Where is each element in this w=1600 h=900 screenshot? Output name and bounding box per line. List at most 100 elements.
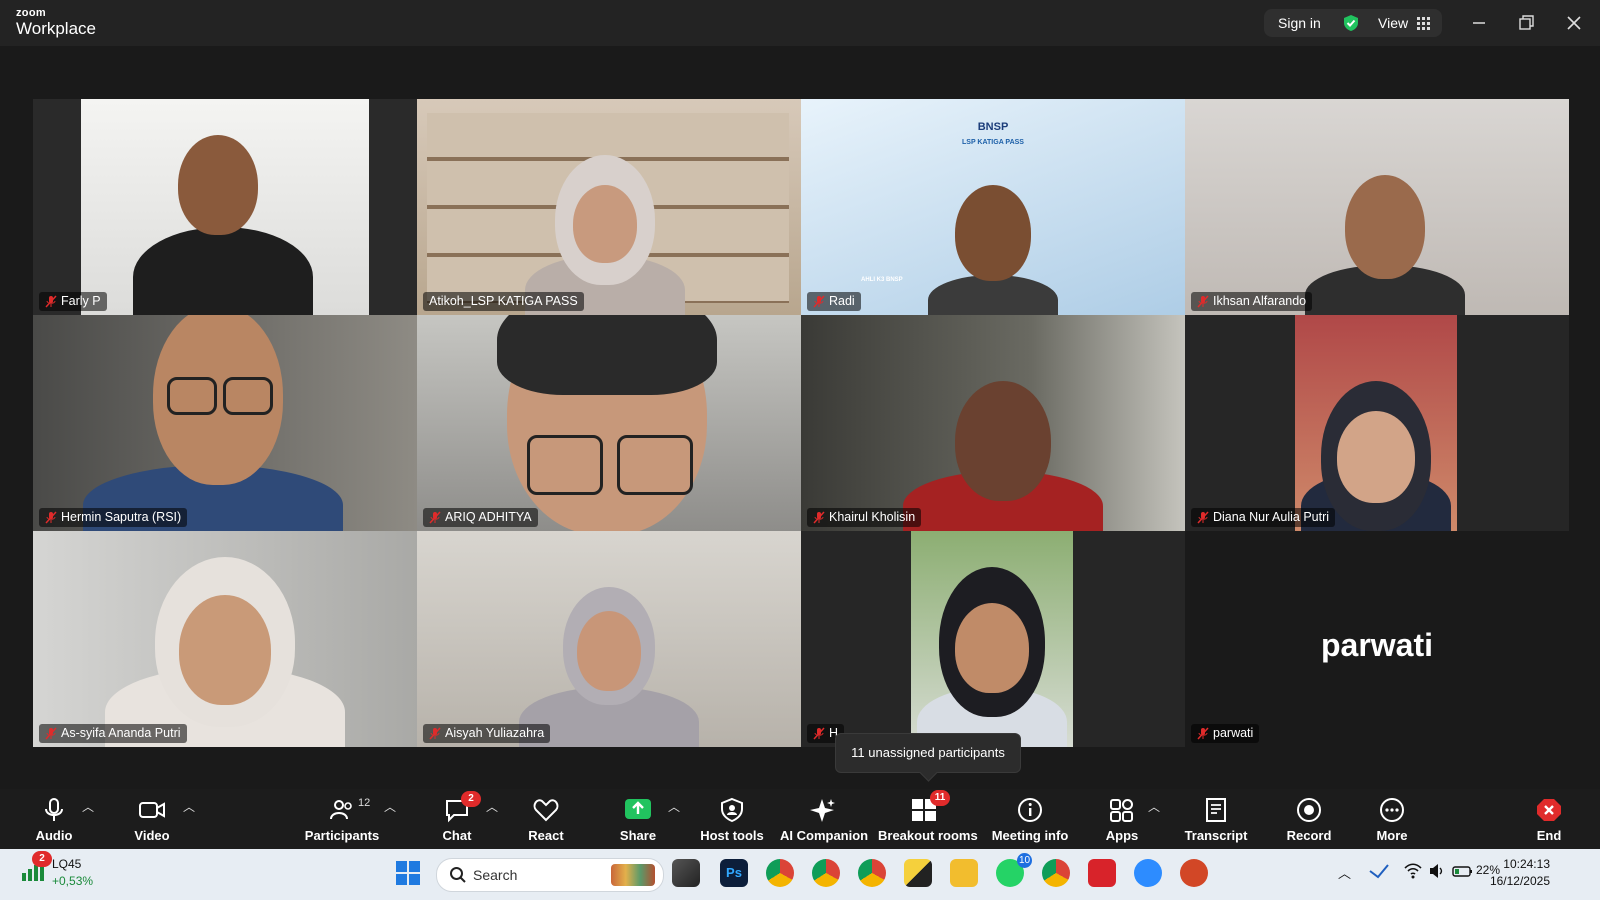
video-tile[interactable]: BNSP LSP KATIGA PASS AHLI K3 BNSP Radi (801, 99, 1185, 315)
end-meeting-icon (1535, 797, 1563, 823)
bnsp-logo: BNSP (977, 121, 1009, 133)
chrome-icon[interactable] (766, 859, 794, 887)
view-button[interactable]: View (1378, 15, 1408, 31)
video-tile[interactable]: Hermin Saputra (RSI) (33, 315, 417, 531)
participant-name: Hermin Saputra (RSI) (61, 510, 182, 524)
chat-unread-badge: 2 (461, 791, 481, 807)
search-icon (449, 866, 467, 889)
video-tile[interactable]: As-syifa Ananda Putri (33, 531, 417, 747)
encryption-shield-icon[interactable] (1342, 14, 1360, 37)
task-view-icon[interactable] (672, 859, 700, 887)
powerpoint-icon[interactable] (1180, 859, 1208, 887)
file-explorer-icon[interactable] (950, 859, 978, 887)
volume-icon[interactable] (1428, 863, 1446, 882)
sign-in-button[interactable]: Sign in (1278, 15, 1321, 31)
apps-label: Apps (1105, 828, 1139, 843)
participants-options-caret-icon[interactable]: ︿ (384, 798, 396, 815)
video-tile[interactable]: Diana Nur Aulia Putri (1185, 315, 1569, 531)
react-button[interactable]: React (522, 789, 570, 849)
video-tile[interactable]: Ikhsan Alfarando (1185, 99, 1569, 315)
muted-mic-icon (813, 295, 825, 314)
participant-name: Farly P (61, 294, 101, 308)
microphone-icon (40, 797, 68, 823)
grid-view-icon[interactable] (1417, 17, 1430, 35)
participant-name-label: Khairul Kholisin (807, 508, 922, 527)
participants-button[interactable]: 12 Participants (302, 789, 382, 849)
muted-mic-icon (45, 727, 57, 746)
meeting-toolbar: Audio ︿ Video ︿ 12 Participants ︿ 2 Chat… (0, 789, 1600, 849)
zoom-taskbar-icon[interactable] (1134, 859, 1162, 887)
participant-name: Aisyah Yuliazahra (445, 726, 545, 740)
minimize-icon[interactable] (1468, 12, 1490, 34)
sticky-notes-icon[interactable] (904, 859, 932, 887)
video-tile[interactable]: ARIQ ADHITYA (417, 315, 801, 531)
host-tools-button[interactable]: Host tools (700, 789, 764, 849)
restore-icon[interactable] (1515, 12, 1537, 34)
share-label: Share (619, 828, 657, 843)
audio-label: Audio (35, 828, 73, 843)
wifi-icon[interactable] (1404, 863, 1422, 882)
participant-figure (917, 547, 1067, 747)
video-tile-camera-off[interactable]: parwati parwati (1185, 531, 1569, 747)
participant-figure (903, 351, 1103, 531)
audio-options-caret-icon[interactable]: ︿ (82, 798, 94, 815)
share-options-caret-icon[interactable]: ︿ (668, 798, 680, 815)
stock-widget-badge: 2 (32, 851, 52, 867)
chat-button[interactable]: 2 Chat (433, 789, 481, 849)
chrome-profile-2-icon[interactable] (812, 859, 840, 887)
more-label: More (1376, 828, 1408, 843)
close-icon[interactable] (1563, 12, 1585, 34)
apps-options-caret-icon[interactable]: ︿ (1148, 798, 1160, 815)
video-tile[interactable]: Khairul Kholisin (801, 315, 1185, 531)
share-screen-icon (624, 797, 652, 823)
host-tools-label: Host tools (700, 828, 764, 843)
breakout-rooms-tooltip: 11 unassigned participants (835, 733, 1021, 773)
participant-name-label: Hermin Saputra (RSI) (39, 508, 188, 527)
participant-figure (1301, 361, 1451, 531)
breakout-rooms-button[interactable]: 11 Breakout rooms (878, 789, 978, 849)
more-button[interactable]: More (1368, 789, 1416, 849)
video-options-caret-icon[interactable]: ︿ (183, 798, 195, 815)
chrome-profile-3-icon[interactable] (858, 859, 886, 887)
stock-widget[interactable]: 2 LQ45 +0,53% (22, 851, 93, 888)
heart-icon (532, 797, 560, 823)
virtual-background-subtitle: LSP KATIGA PASS (962, 139, 1024, 146)
system-clock[interactable]: 10:24:13 16/12/2025 (1490, 856, 1550, 890)
meeting-info-button[interactable]: Meeting info (990, 789, 1070, 849)
stock-name: LQ45 (52, 857, 82, 871)
chrome-profile-4-icon[interactable] (1042, 859, 1070, 887)
taskbar-search-box[interactable]: Search (436, 858, 664, 892)
share-button[interactable]: Share (612, 789, 664, 849)
chat-options-caret-icon[interactable]: ︿ (486, 798, 498, 815)
info-icon (1016, 797, 1044, 823)
show-hidden-icons-chevron-icon[interactable]: ︿ (1338, 863, 1351, 882)
host-shield-icon (718, 797, 746, 823)
video-tile[interactable]: Farly P (33, 99, 417, 315)
video-tile[interactable]: H (801, 531, 1185, 747)
video-tile-active-speaker[interactable]: Atikoh_LSP KATIGA PASS (417, 99, 801, 315)
video-tile[interactable]: Aisyah Yuliazahra (417, 531, 801, 747)
ai-companion-button[interactable]: AI Companion (780, 789, 868, 849)
whatsapp-badge: 10 (1017, 853, 1032, 868)
apps-button[interactable]: Apps (1098, 789, 1146, 849)
participant-name: Ikhsan Alfarando (1213, 294, 1307, 308)
record-button[interactable]: Record (1284, 789, 1334, 849)
end-meeting-button[interactable]: End (1530, 789, 1568, 849)
apps-icon (1108, 797, 1136, 823)
whatsapp-icon[interactable]: 10 (996, 853, 1032, 887)
network-activity-icon[interactable] (1368, 863, 1390, 882)
transcript-button[interactable]: Transcript (1184, 789, 1248, 849)
participant-name-label: parwati (1191, 724, 1260, 743)
video-gallery: Farly P Atikoh_LSP KATIGA PASS BNSP LSP … (33, 99, 1569, 747)
windows-start-icon[interactable] (394, 859, 422, 887)
participant-name: parwati (1213, 726, 1254, 740)
battery-icon[interactable] (1452, 863, 1474, 882)
audio-button[interactable]: Audio (28, 789, 80, 849)
participant-name: ARIQ ADHITYA (445, 510, 532, 524)
photoshop-icon[interactable]: Ps (720, 859, 748, 887)
muted-mic-icon (45, 295, 57, 314)
acrobat-icon[interactable] (1088, 859, 1116, 887)
participant-figure (525, 145, 685, 315)
participant-figure (467, 315, 747, 531)
video-button[interactable]: Video (124, 789, 180, 849)
